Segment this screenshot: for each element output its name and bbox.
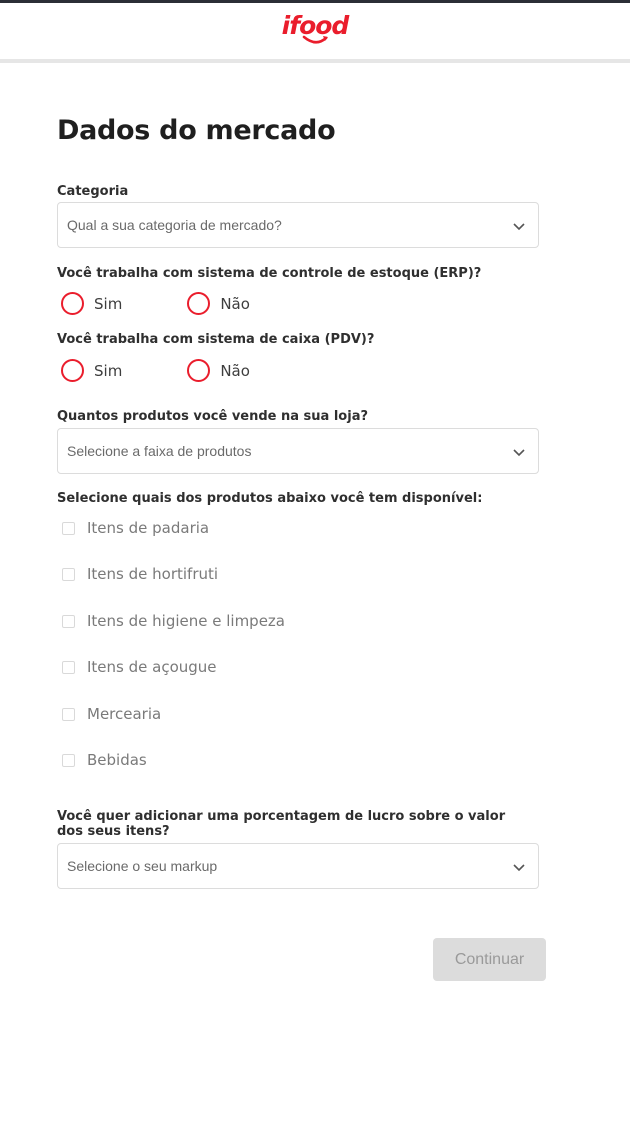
pdv-radio-group: Sim Não	[61, 359, 250, 382]
products-available-label: Selecione quais dos produtos abaixo você…	[57, 491, 483, 506]
checkbox-item-acougue[interactable]: Itens de açougue	[62, 658, 217, 676]
checkbox-item-mercearia[interactable]: Mercearia	[62, 705, 161, 723]
checkbox-item-hortifruti[interactable]: Itens de hortifruti	[62, 565, 218, 583]
checkbox[interactable]	[62, 614, 75, 628]
radio-circle[interactable]	[187, 292, 211, 315]
header: ifood	[0, 3, 630, 59]
page-title: Dados do mercado	[57, 115, 336, 146]
product-range-select[interactable]: Selecione a faixa de produtos	[57, 428, 539, 474]
checkbox-label: Itens de açougue	[87, 658, 217, 676]
product-range-placeholder: Selecione a faixa de produtos	[67, 443, 252, 459]
continue-button[interactable]: Continuar	[433, 938, 546, 981]
radio-circle[interactable]	[61, 359, 84, 382]
category-select[interactable]: Qual a sua categoria de mercado?	[57, 202, 539, 248]
radio-label: Não	[220, 294, 250, 313]
checkbox[interactable]	[62, 567, 75, 581]
category-select-placeholder: Qual a sua categoria de mercado?	[67, 217, 282, 233]
chevron-down-icon	[513, 449, 525, 457]
pdv-radio-nao[interactable]: Não	[187, 359, 250, 382]
erp-radio-nao[interactable]: Não	[187, 292, 250, 315]
checkbox[interactable]	[62, 660, 75, 674]
radio-circle[interactable]	[61, 292, 84, 315]
checkbox-label: Itens de higiene e limpeza	[87, 612, 285, 630]
header-divider	[0, 59, 630, 63]
radio-circle[interactable]	[187, 359, 211, 382]
markup-select[interactable]: Selecione o seu markup	[57, 843, 539, 889]
erp-radio-group: Sim Não	[61, 292, 250, 315]
markup-question-label: Você quer adicionar uma porcentagem de l…	[57, 809, 506, 839]
checkbox-label: Itens de hortifruti	[87, 565, 219, 583]
product-range-label: Quantos produtos você vende na sua loja?	[57, 409, 369, 424]
checkbox[interactable]	[62, 521, 75, 535]
checkbox-item-higiene[interactable]: Itens de higiene e limpeza	[62, 612, 285, 630]
chevron-down-icon	[513, 223, 525, 231]
pdv-radio-sim[interactable]: Sim	[61, 359, 122, 382]
logo-smile-icon	[302, 35, 328, 44]
radio-label: Não	[220, 361, 250, 380]
checkbox-label: Itens de padaria	[87, 519, 210, 537]
erp-question-label: Você trabalha com sistema de controle de…	[57, 266, 482, 281]
checkbox-label: Bebidas	[87, 751, 147, 769]
ifood-logo[interactable]: ifood	[282, 13, 349, 44]
markup-select-placeholder: Selecione o seu markup	[67, 858, 218, 874]
erp-radio-sim[interactable]: Sim	[61, 292, 122, 315]
radio-label: Sim	[94, 361, 123, 380]
chevron-down-icon	[513, 864, 525, 872]
checkbox-item-padaria[interactable]: Itens de padaria	[62, 519, 209, 537]
category-label: Categoria	[57, 184, 129, 199]
pdv-question-label: Você trabalha com sistema de caixa (PDV)…	[57, 332, 375, 347]
checkbox-item-bebidas[interactable]: Bebidas	[62, 751, 147, 769]
checkbox[interactable]	[62, 707, 75, 721]
checkbox[interactable]	[62, 753, 75, 767]
radio-label: Sim	[94, 294, 123, 313]
checkbox-label: Mercearia	[87, 705, 162, 723]
